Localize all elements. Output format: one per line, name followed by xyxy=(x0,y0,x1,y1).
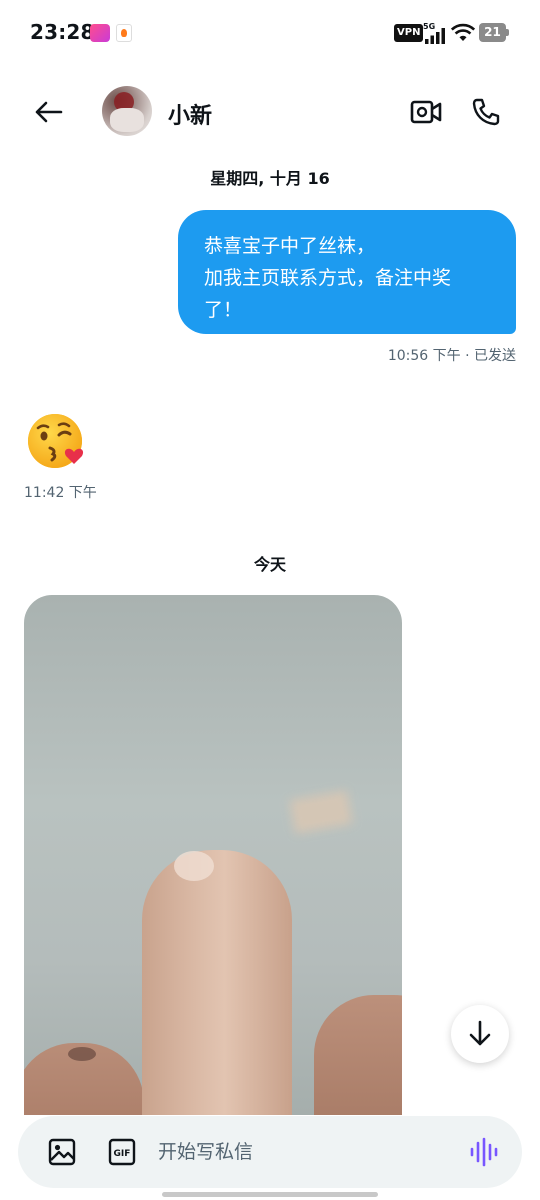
photo-detail xyxy=(289,790,353,834)
sent-message-bubble[interactable]: 恭喜宝子中了丝袜， 加我主页联系方式，备注中奖 了！ xyxy=(178,210,516,334)
scroll-to-bottom-button[interactable] xyxy=(451,1005,509,1063)
photo-detail xyxy=(314,995,402,1115)
signal-strength-icon xyxy=(425,28,445,44)
message-composer: GIF xyxy=(18,1116,522,1188)
wifi-icon xyxy=(450,23,476,41)
conversation-header: 小新 xyxy=(0,82,540,142)
add-gif-button[interactable]: GIF xyxy=(106,1136,138,1168)
date-separator: 星期四, 十月 16 xyxy=(210,169,330,188)
message-input[interactable] xyxy=(158,1132,458,1172)
message-text-line: 了！ xyxy=(204,299,243,321)
battery-icon: 21 xyxy=(479,23,509,42)
video-camera-icon xyxy=(410,100,442,124)
dm-screen: 23:28 VPN 5G 21 小新 星期四, 十月 16 恭喜宝子中了丝袜， … xyxy=(0,0,540,1200)
app-notification-icon xyxy=(90,24,110,42)
photo-detail xyxy=(142,850,292,1115)
video-call-button[interactable] xyxy=(406,92,446,132)
message-text-line: 恭喜宝子中了丝袜， xyxy=(204,235,376,257)
contact-name[interactable]: 小新 xyxy=(168,98,212,130)
phone-icon xyxy=(472,98,500,126)
kissing-face-emoji[interactable] xyxy=(26,410,88,472)
fire-app-notification-icon xyxy=(116,24,132,42)
message-text-line: 加我主页联系方式，备注中奖 xyxy=(204,267,452,289)
status-time: 23:28 xyxy=(30,20,95,44)
photo-detail xyxy=(68,1047,96,1061)
back-button[interactable] xyxy=(26,92,70,132)
arrow-down-icon xyxy=(469,1020,491,1046)
sent-message-status: 10:56 下午 · 已发送 xyxy=(387,348,516,364)
image-icon xyxy=(48,1138,76,1166)
battery-level: 21 xyxy=(479,23,506,42)
voice-message-button[interactable] xyxy=(466,1134,502,1170)
gif-icon: GIF xyxy=(108,1138,136,1166)
home-indicator[interactable] xyxy=(162,1192,378,1197)
back-arrow-icon xyxy=(35,101,63,123)
battery-tip xyxy=(506,29,509,36)
photo-detail xyxy=(174,851,214,881)
date-separator-today: 今天 xyxy=(253,555,286,574)
add-image-button[interactable] xyxy=(46,1136,78,1168)
voice-waveform-icon xyxy=(470,1137,498,1167)
status-bar: 23:28 VPN 5G 21 xyxy=(0,0,540,66)
phone-call-button[interactable] xyxy=(464,92,508,132)
received-message-time: 11:42 下午 xyxy=(24,485,97,501)
gif-label: GIF xyxy=(114,1149,131,1159)
vpn-badge: VPN xyxy=(394,24,424,42)
received-photo-message[interactable] xyxy=(24,595,402,1115)
contact-avatar[interactable] xyxy=(102,86,152,136)
